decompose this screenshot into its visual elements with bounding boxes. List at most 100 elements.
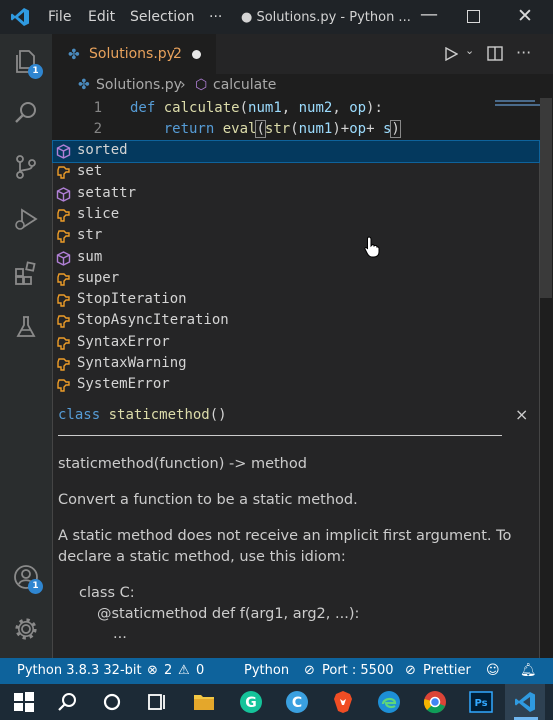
- suggestion-label: SystemError: [77, 376, 170, 393]
- menu-edit[interactable]: Edit: [88, 9, 115, 25]
- suggestion-item[interactable]: setattr: [53, 184, 539, 205]
- function-name: eval: [222, 121, 257, 137]
- menu-selection[interactable]: Selection: [130, 9, 195, 25]
- cortana-icon[interactable]: [100, 690, 124, 714]
- menu-more[interactable]: ···: [209, 9, 222, 25]
- suggestion-item[interactable]: set: [53, 162, 539, 183]
- tab-filename: Solutions.py: [89, 46, 175, 62]
- more-actions-icon[interactable]: ···: [516, 43, 531, 62]
- suggestion-label: StopAsyncIteration: [77, 312, 229, 329]
- live-server-port[interactable]: Port : 5500: [322, 663, 394, 678]
- suggestion-item[interactable]: SystemError: [53, 375, 539, 396]
- python-interpreter[interactable]: Python 3.8.3 32-bit: [17, 663, 142, 678]
- suggestion-label: StopIteration: [77, 291, 187, 308]
- testing-flask-icon[interactable]: [13, 314, 39, 340]
- minimap[interactable]: [495, 104, 541, 106]
- python-file-icon: ✤: [78, 77, 90, 93]
- symbol-method-icon: ⬡: [195, 77, 208, 93]
- class-name: staticmethod: [108, 407, 210, 423]
- suggestion-item[interactable]: super: [53, 269, 539, 290]
- doc-code: ...: [113, 626, 127, 642]
- punct: ,: [281, 100, 299, 116]
- tab-solutions[interactable]: ✤ Solutions.py 2: [52, 34, 216, 75]
- punct: (): [209, 407, 227, 423]
- hand-cursor-icon: [364, 236, 380, 258]
- brave-browser-icon[interactable]: [331, 690, 355, 714]
- suggestion-item[interactable]: str: [53, 226, 539, 247]
- suggestion-item[interactable]: slice: [53, 205, 539, 226]
- function-name: str: [264, 121, 291, 137]
- settings-gear-icon[interactable]: [13, 616, 39, 642]
- suggestion-item[interactable]: sum: [53, 248, 539, 269]
- run-dropdown-chevron-icon[interactable]: ⌄: [465, 44, 474, 57]
- suggestion-item[interactable]: StopAsyncIteration: [53, 311, 539, 332]
- suggestion-item[interactable]: sorted: [52, 139, 540, 164]
- param: num2: [298, 100, 333, 116]
- grammarly-icon[interactable]: G: [239, 690, 263, 714]
- maximize-icon[interactable]: [467, 10, 480, 23]
- chrome-browser-icon[interactable]: [423, 690, 447, 714]
- class-icon: [57, 336, 70, 350]
- photoshop-icon[interactable]: Ps: [469, 690, 493, 714]
- task-view-icon[interactable]: [145, 690, 169, 714]
- account-badge: 1: [28, 579, 43, 594]
- error-count[interactable]: 2: [164, 663, 172, 678]
- breadcrumb-file[interactable]: Solutions.py: [96, 77, 182, 93]
- breadcrumb-symbol[interactable]: calculate: [213, 77, 276, 93]
- class-icon: [57, 209, 70, 222]
- run-debug-icon[interactable]: [13, 206, 39, 232]
- vscode-logo-icon: [11, 8, 29, 26]
- suggestion-item[interactable]: SyntaxWarning: [53, 354, 539, 375]
- suggestion-item[interactable]: SyntaxError: [53, 333, 539, 354]
- code-line-1[interactable]: def calculate(num1, num2, op):: [130, 100, 383, 116]
- taskbar-search-icon[interactable]: [56, 690, 80, 714]
- menu-file[interactable]: File: [48, 9, 71, 25]
- broadcast-icon[interactable]: ⊘: [304, 663, 315, 678]
- suggestion-label: SyntaxWarning: [77, 355, 187, 371]
- class-icon: [57, 166, 70, 179]
- doc-line: staticmethod(function) -> method: [58, 456, 307, 472]
- minimize-icon[interactable]: —: [420, 4, 438, 25]
- code-line-2[interactable]: return eval(str(num1)+op+ s): [130, 120, 401, 138]
- punct: ):: [366, 100, 383, 116]
- vscode-taskbar-icon[interactable]: [513, 690, 537, 714]
- notifications-bell-icon[interactable]: 🔔︎: [520, 663, 537, 678]
- minimap[interactable]: [495, 100, 535, 102]
- scrollbar-thumb[interactable]: [540, 98, 552, 298]
- feedback-icon[interactable]: ☺: [486, 663, 500, 678]
- windows-start-icon[interactable]: [12, 690, 36, 714]
- warning-icon[interactable]: ⚠: [178, 663, 190, 678]
- divider: [58, 435, 502, 436]
- source-control-icon[interactable]: [13, 154, 39, 180]
- close-icon[interactable]: ×: [515, 405, 528, 424]
- suggest-widget: sorted set setattr slice str sum super StopIter…: [52, 139, 540, 402]
- svg-text:Ps: Ps: [474, 698, 487, 709]
- bracket-match: ): [390, 120, 401, 138]
- suggestion-item[interactable]: StopIteration: [53, 290, 539, 311]
- edge-browser-icon[interactable]: [377, 690, 401, 714]
- prettier-status[interactable]: Prettier: [423, 663, 471, 678]
- suggestion-label: setattr: [77, 184, 137, 201]
- class-icon: [57, 379, 70, 392]
- svg-text:G: G: [245, 695, 257, 711]
- unsaved-dot-icon[interactable]: [192, 50, 201, 59]
- punct: (: [239, 100, 249, 116]
- python-file-icon: ✤: [68, 47, 80, 63]
- cube-icon: [56, 250, 71, 266]
- file-explorer-icon[interactable]: [192, 690, 216, 714]
- class-icon: [57, 273, 70, 286]
- language-mode[interactable]: Python: [244, 663, 289, 678]
- tab-problem-count: 2: [173, 46, 182, 62]
- error-icon[interactable]: ⊗: [147, 663, 158, 678]
- c-app-icon[interactable]: C: [285, 690, 309, 714]
- run-icon[interactable]: [444, 47, 458, 61]
- extensions-icon[interactable]: [13, 260, 39, 286]
- close-window-icon[interactable]: ✕: [517, 5, 533, 27]
- check-icon[interactable]: ⊘: [405, 663, 416, 678]
- search-icon[interactable]: [13, 100, 39, 126]
- split-editor-icon[interactable]: [487, 46, 503, 61]
- editor-scrollbar[interactable]: [495, 98, 553, 658]
- warning-count[interactable]: 0: [196, 663, 204, 678]
- doc-line: Convert a function to be a static method…: [58, 492, 358, 508]
- keyword: def: [130, 100, 156, 116]
